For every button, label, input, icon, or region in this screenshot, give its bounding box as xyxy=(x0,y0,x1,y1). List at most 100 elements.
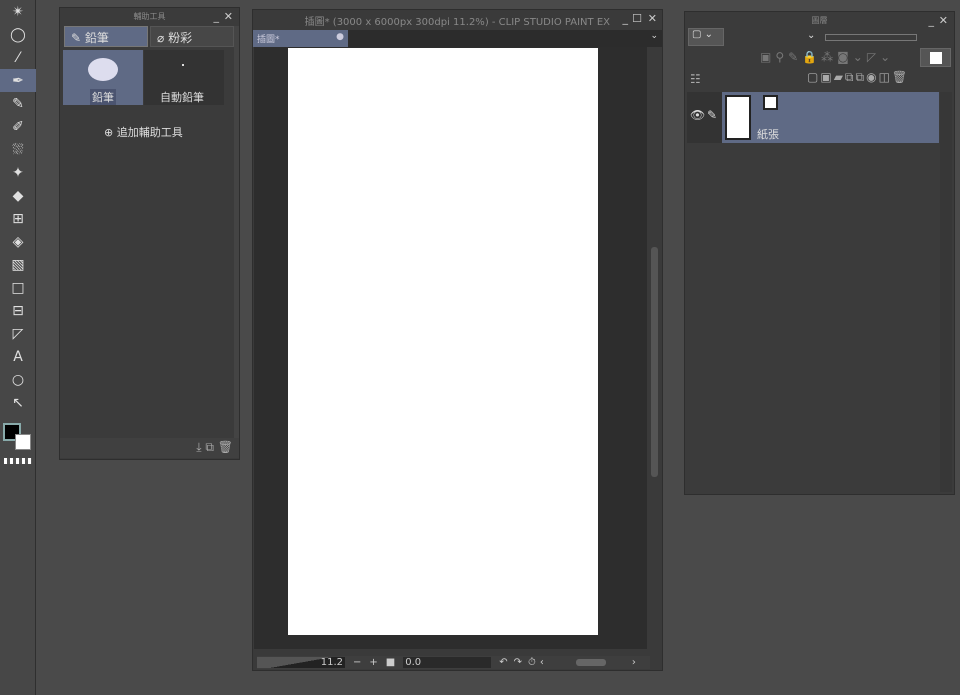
scrollbar[interactable] xyxy=(234,26,239,438)
new-raster-layer-icon[interactable]: ▢ xyxy=(807,70,820,84)
subtool-footer: ⤓ ⧉ 🗑 xyxy=(60,438,239,458)
trash-icon[interactable]: 🗑 xyxy=(892,70,909,84)
layer-actions-row: ▢▣▰⧉⧉◉◫🗑 xyxy=(807,70,909,85)
sub-color-swatch[interactable] xyxy=(15,434,31,450)
layer-options-row: ▣⚲✎🔒⁂◙⌄◸⌄ xyxy=(760,50,894,64)
rotation-slider[interactable]: 0.0 xyxy=(403,657,492,668)
rotation-value: 0.0 xyxy=(405,657,422,668)
ruler-tool-icon[interactable]: ◸ xyxy=(0,322,36,345)
eye-icon[interactable]: 👁 xyxy=(690,108,705,122)
draft-icon[interactable]: ✎ xyxy=(788,50,802,64)
new-folder-icon[interactable]: ▰ xyxy=(834,70,845,84)
blend-mode-dropdown[interactable]: ▢ ⌄ xyxy=(688,28,724,46)
close-button[interactable]: ✕ xyxy=(224,8,233,26)
figure-tool-icon[interactable]: □ xyxy=(0,276,36,299)
chevron-down-icon[interactable]: ⌄ xyxy=(650,31,658,41)
paper-layer-icon xyxy=(763,95,778,110)
duplicate-icon[interactable]: ⧉ xyxy=(205,440,214,454)
mask-apply-icon[interactable]: ◫ xyxy=(879,70,892,84)
lasso-tool-icon[interactable]: ◯ xyxy=(0,23,36,46)
add-label: 追加輔助工具 xyxy=(116,126,183,139)
import-icon[interactable]: ⤓ xyxy=(196,440,201,454)
fit-button[interactable]: ■ xyxy=(386,657,395,668)
text-tool-icon[interactable]: A xyxy=(0,345,36,368)
pencil-tool-icon[interactable]: ✎ xyxy=(0,92,36,115)
pencil-icon: ✎ xyxy=(71,31,82,45)
vertical-scrollbar[interactable] xyxy=(648,47,660,657)
layer-thumbnail xyxy=(725,95,751,140)
canvas-paper[interactable] xyxy=(288,48,598,635)
eraser-tool-icon[interactable]: ◆ xyxy=(0,184,36,207)
ruler-icon[interactable]: ◸⌄ xyxy=(867,50,894,64)
rotate-left-icon[interactable]: ↶ xyxy=(499,657,507,668)
clip-icon[interactable]: ▣ xyxy=(760,50,775,64)
magic-wand-tool-icon[interactable]: ✴ xyxy=(0,0,36,23)
brush-preview xyxy=(88,58,118,81)
tab-pencil[interactable]: ✎ 鉛筆 xyxy=(64,26,148,47)
lock-alpha-icon[interactable]: ⁂ xyxy=(821,50,837,64)
tab-label: 粉彩 xyxy=(168,31,193,45)
new-vector-layer-icon[interactable]: ▣ xyxy=(820,70,833,84)
item-label: 鉛筆 xyxy=(90,89,116,105)
canvas-window: 插圖* (3000 x 6000px 300dpi 11.2%) - CLIP … xyxy=(252,9,663,671)
pen-tool-icon[interactable]: ✒ xyxy=(0,69,36,92)
layer-row[interactable]: 👁 ✎ 紙張 xyxy=(687,92,939,143)
gradient-tool-icon[interactable]: ▧ xyxy=(0,253,36,276)
opacity-slider[interactable] xyxy=(825,34,917,41)
edit-target-icon[interactable]: ✎ xyxy=(707,108,717,122)
document-tab[interactable]: 插圖* ● xyxy=(253,30,348,47)
chevron-down-icon[interactable]: ⌄ xyxy=(807,30,815,41)
scroll-right-icon[interactable]: › xyxy=(632,657,636,668)
brush-tool-icon[interactable]: ✐ xyxy=(0,115,36,138)
subtool-item-pencil[interactable]: 鉛筆 xyxy=(63,50,143,105)
rotate-right-icon[interactable]: ↷ xyxy=(514,657,522,668)
fill-tool-icon[interactable]: ◈ xyxy=(0,230,36,253)
layer-color-button[interactable] xyxy=(920,48,951,67)
transfer-down-icon[interactable]: ⧉ xyxy=(845,70,856,84)
layer-name: 紙張 xyxy=(757,128,779,141)
close-button[interactable]: ✕ xyxy=(648,12,657,25)
maximize-button[interactable]: ☐ xyxy=(632,12,642,25)
mask-add-icon[interactable]: ◉ xyxy=(866,70,878,84)
tab-label: 鉛筆 xyxy=(84,31,109,45)
mask-icon[interactable]: ◙⌄ xyxy=(837,50,867,64)
close-tab-icon[interactable]: ● xyxy=(336,32,344,42)
tool-palette: ✴ ◯ ⁄ ✒ ✎ ✐ ⛆ ✦ ◆ ⊞ ◈ ▧ □ ⊟ ◸ A ○ ↖ xyxy=(0,0,36,695)
zoom-out-button[interactable]: − xyxy=(353,657,361,668)
scrollbar[interactable] xyxy=(940,92,952,492)
minimize-button[interactable]: _ xyxy=(623,12,629,25)
subtool-item-auto-pencil[interactable]: 自動鉛筆 xyxy=(144,50,224,105)
decoration-tool-icon[interactable]: ✦ xyxy=(0,161,36,184)
brush-preview xyxy=(182,64,184,66)
navigation-bar: 11.2 − + ■ 0.0 ↶ ↷ ⏱ ‹ › xyxy=(257,656,650,669)
reference-icon[interactable]: ⚲ xyxy=(775,50,788,64)
eyedropper-tool-icon[interactable]: ⁄ xyxy=(0,46,36,69)
operation-tool-icon[interactable]: ↖ xyxy=(0,391,36,414)
transparent-color-icon[interactable] xyxy=(4,458,32,464)
balloon-tool-icon[interactable]: ○ xyxy=(0,368,36,391)
zoom-value: 11.2 xyxy=(320,657,343,668)
zoom-slider[interactable]: 11.2 xyxy=(257,657,345,668)
canvas-area[interactable] xyxy=(254,47,647,649)
merge-down-icon[interactable]: ⧉ xyxy=(856,70,867,84)
close-button[interactable]: ✕ xyxy=(939,12,948,30)
tab-pastel[interactable]: ⌀ 粉彩 xyxy=(150,26,234,47)
lock-icon[interactable]: 🔒 xyxy=(802,50,821,64)
trash-icon[interactable]: 🗑 xyxy=(218,440,233,454)
scroll-left-icon[interactable]: ‹ xyxy=(540,657,544,668)
airbrush-tool-icon[interactable]: ⛆ xyxy=(0,138,36,161)
layer-panel: 圖層 _ ✕ ▢ ⌄ ⌄ ▣⚲✎🔒⁂◙⌄◸⌄ ☷ ▢▣▰⧉⧉◉◫🗑 👁 ✎ 紙張 xyxy=(684,11,955,495)
pastel-icon: ⌀ xyxy=(157,31,165,45)
reset-rotation-icon[interactable]: ⏱ xyxy=(528,657,536,668)
minimize-button[interactable]: _ xyxy=(214,8,220,26)
layer-title: 圖層 xyxy=(811,16,828,25)
tab-label: 插圖* xyxy=(257,35,280,45)
minimize-button[interactable]: _ xyxy=(929,12,935,30)
zoom-in-button[interactable]: + xyxy=(369,657,377,668)
layer-list-icon[interactable]: ☷ xyxy=(690,72,701,86)
horizontal-scrollbar[interactable] xyxy=(548,658,628,667)
subtool-panel: 輔助工具 _ ✕ ✎ 鉛筆 ⌀ 粉彩 鉛筆 自動鉛筆 ⊕ 追加輔助工具 ⤓ ⧉ … xyxy=(59,7,240,460)
blend-tool-icon[interactable]: ⊞ xyxy=(0,207,36,230)
add-subtool-button[interactable]: ⊕ 追加輔助工具 xyxy=(104,124,183,140)
frame-tool-icon[interactable]: ⊟ xyxy=(0,299,36,322)
